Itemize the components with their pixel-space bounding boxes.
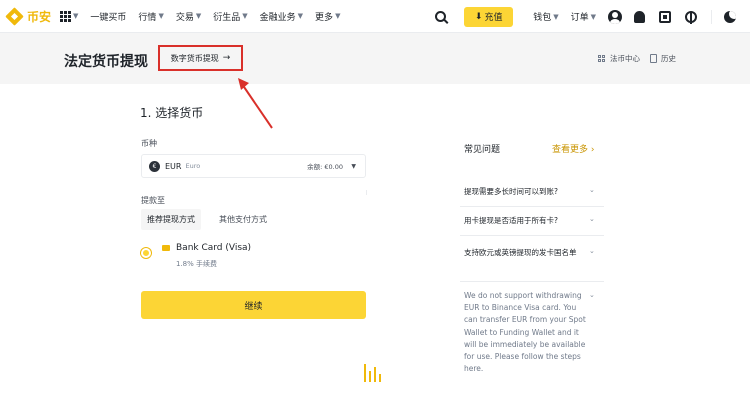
chevron-down-icon: ▼ [195, 12, 202, 20]
nav-item-more[interactable]: 更多 ▼ [315, 10, 340, 23]
history-link[interactable]: 历史 [650, 53, 676, 64]
faq-title: 常见问题 [464, 145, 501, 155]
crypto-withdraw-label: 数字货币提现 [170, 53, 219, 63]
arrow-right-icon: → [222, 53, 231, 63]
coin-code: EUR [165, 161, 182, 171]
bank-card-icon [162, 245, 170, 251]
faq-divider [460, 281, 604, 282]
page-header: 法定货币提现 数字货币提现 → 法币中心 历史 [0, 33, 750, 84]
tab-other-methods[interactable]: 其他支付方式 [213, 209, 273, 230]
chevron-down-icon: ⌄ [589, 291, 595, 299]
faq-divider [460, 206, 604, 207]
page-title: 法定货币提现 [64, 54, 148, 70]
dark-mode-moon-icon[interactable] [724, 10, 736, 23]
nav-wallet[interactable]: 钱包 ▼ [533, 10, 559, 24]
faq-see-more-link[interactable]: 查看更多 › [552, 142, 594, 155]
nav-item-trade[interactable]: 交易 ▼ [176, 10, 201, 23]
chevron-down-icon: ▼ [158, 12, 164, 20]
payment-method-name: Bank Card (Visa) [176, 243, 252, 253]
tab-recommended-methods[interactable]: 推荐提现方式 [141, 209, 201, 230]
euro-coin-icon: € [149, 160, 160, 172]
coin-select[interactable]: € EUR Euro 余额: €0.00 ▼ [141, 154, 366, 178]
chevron-down-icon: ▼ [335, 12, 341, 20]
withdraw-to-label: 提款至 [141, 196, 165, 205]
nav-item-label: 金融业务 [259, 12, 296, 23]
faq-item[interactable]: 用卡提现是否适用于所有卡? [464, 215, 600, 227]
payment-method-fee: 1.8% 手续费 [176, 260, 218, 268]
coin-name: Euro [185, 162, 201, 170]
continue-button[interactable]: 继续 [141, 291, 366, 319]
nav-item-markets[interactable]: 行情 ▼ [138, 10, 163, 23]
apps-grid-icon[interactable] [60, 10, 72, 22]
form-divider [366, 190, 367, 195]
fiat-center-label: 法币中心 [610, 54, 640, 63]
deposit-button[interactable]: ⬇ 充值 [464, 6, 514, 27]
binance-logo[interactable]: 币安 [5, 6, 52, 26]
language-globe-icon[interactable] [685, 10, 697, 24]
fiat-center-icon [598, 54, 606, 63]
nav-item-buy-crypto[interactable]: 一键买币 [90, 10, 126, 23]
notification-bell-icon[interactable] [634, 10, 645, 23]
coin-balance: 余额: €0.00 [307, 163, 343, 171]
nav-item-derivatives[interactable]: 衍生品 ▼ [213, 10, 247, 23]
chevron-down-icon: ▼ [242, 12, 248, 20]
nav-orders[interactable]: 订单 ▼ [570, 10, 596, 24]
wallet-label: 钱包 [533, 13, 552, 23]
nav-item-label: 更多 [315, 12, 334, 23]
nav-item-label: 行情 [138, 12, 157, 23]
history-document-icon [650, 54, 657, 63]
app-download-icon[interactable] [659, 10, 671, 23]
chevron-down-icon: ▼ [297, 12, 304, 20]
faq-divider [460, 235, 604, 236]
payment-method-radio[interactable] [141, 248, 151, 258]
loading-indicator-icon [364, 364, 381, 382]
chevron-down-icon: ⌄ [589, 215, 595, 223]
step-title: 1. 选择货币 [140, 106, 204, 120]
chevron-down-icon: ▼ [351, 162, 356, 170]
nav-item-label: 交易 [175, 12, 194, 23]
nav-divider [711, 9, 712, 24]
nav-right-group: ⬇ 充值 钱包 ▼ 订单 ▼ [435, 0, 750, 33]
chevron-down-icon: ▼ [73, 12, 79, 20]
orders-label: 订单 [570, 13, 589, 23]
coin-label: 币种 [141, 139, 157, 148]
chevron-down-icon: ▼ [590, 12, 596, 21]
faq-item[interactable]: 支持欧元或英镑提现的发卡国名单 [464, 247, 584, 259]
crypto-withdraw-link[interactable]: 数字货币提现 → [158, 45, 243, 71]
nav-item-finance[interactable]: 金融业务 ▼ [260, 10, 303, 23]
faq-item[interactable]: 提现需要多长时间可以到账? [464, 186, 600, 198]
user-profile-icon[interactable] [608, 9, 622, 24]
top-navbar: 币安 ▼ 一键买币 行情 ▼ 交易 ▼ 衍生品 ▼ 金融业务 ▼ 更多 ▼ ⬇ 充值 钱包… [0, 0, 750, 33]
faq-answer-text: We do not support withdrawing EUR to Bin… [464, 291, 586, 374]
download-arrow-icon: ⬇ [474, 11, 483, 22]
chevron-down-icon: ⌄ [589, 247, 595, 255]
deposit-label: 充值 [484, 13, 503, 23]
logo-text: 币安 [27, 9, 52, 24]
fiat-center-link[interactable]: 法币中心 [598, 53, 640, 64]
binance-logo-icon [5, 6, 24, 26]
chevron-down-icon: ▼ [553, 12, 559, 21]
history-label: 历史 [661, 54, 676, 63]
search-icon[interactable] [435, 11, 447, 22]
chevron-down-icon: ⌄ [589, 186, 595, 194]
nav-item-label: 衍生品 [213, 12, 241, 23]
annotation-arrow [238, 78, 273, 129]
